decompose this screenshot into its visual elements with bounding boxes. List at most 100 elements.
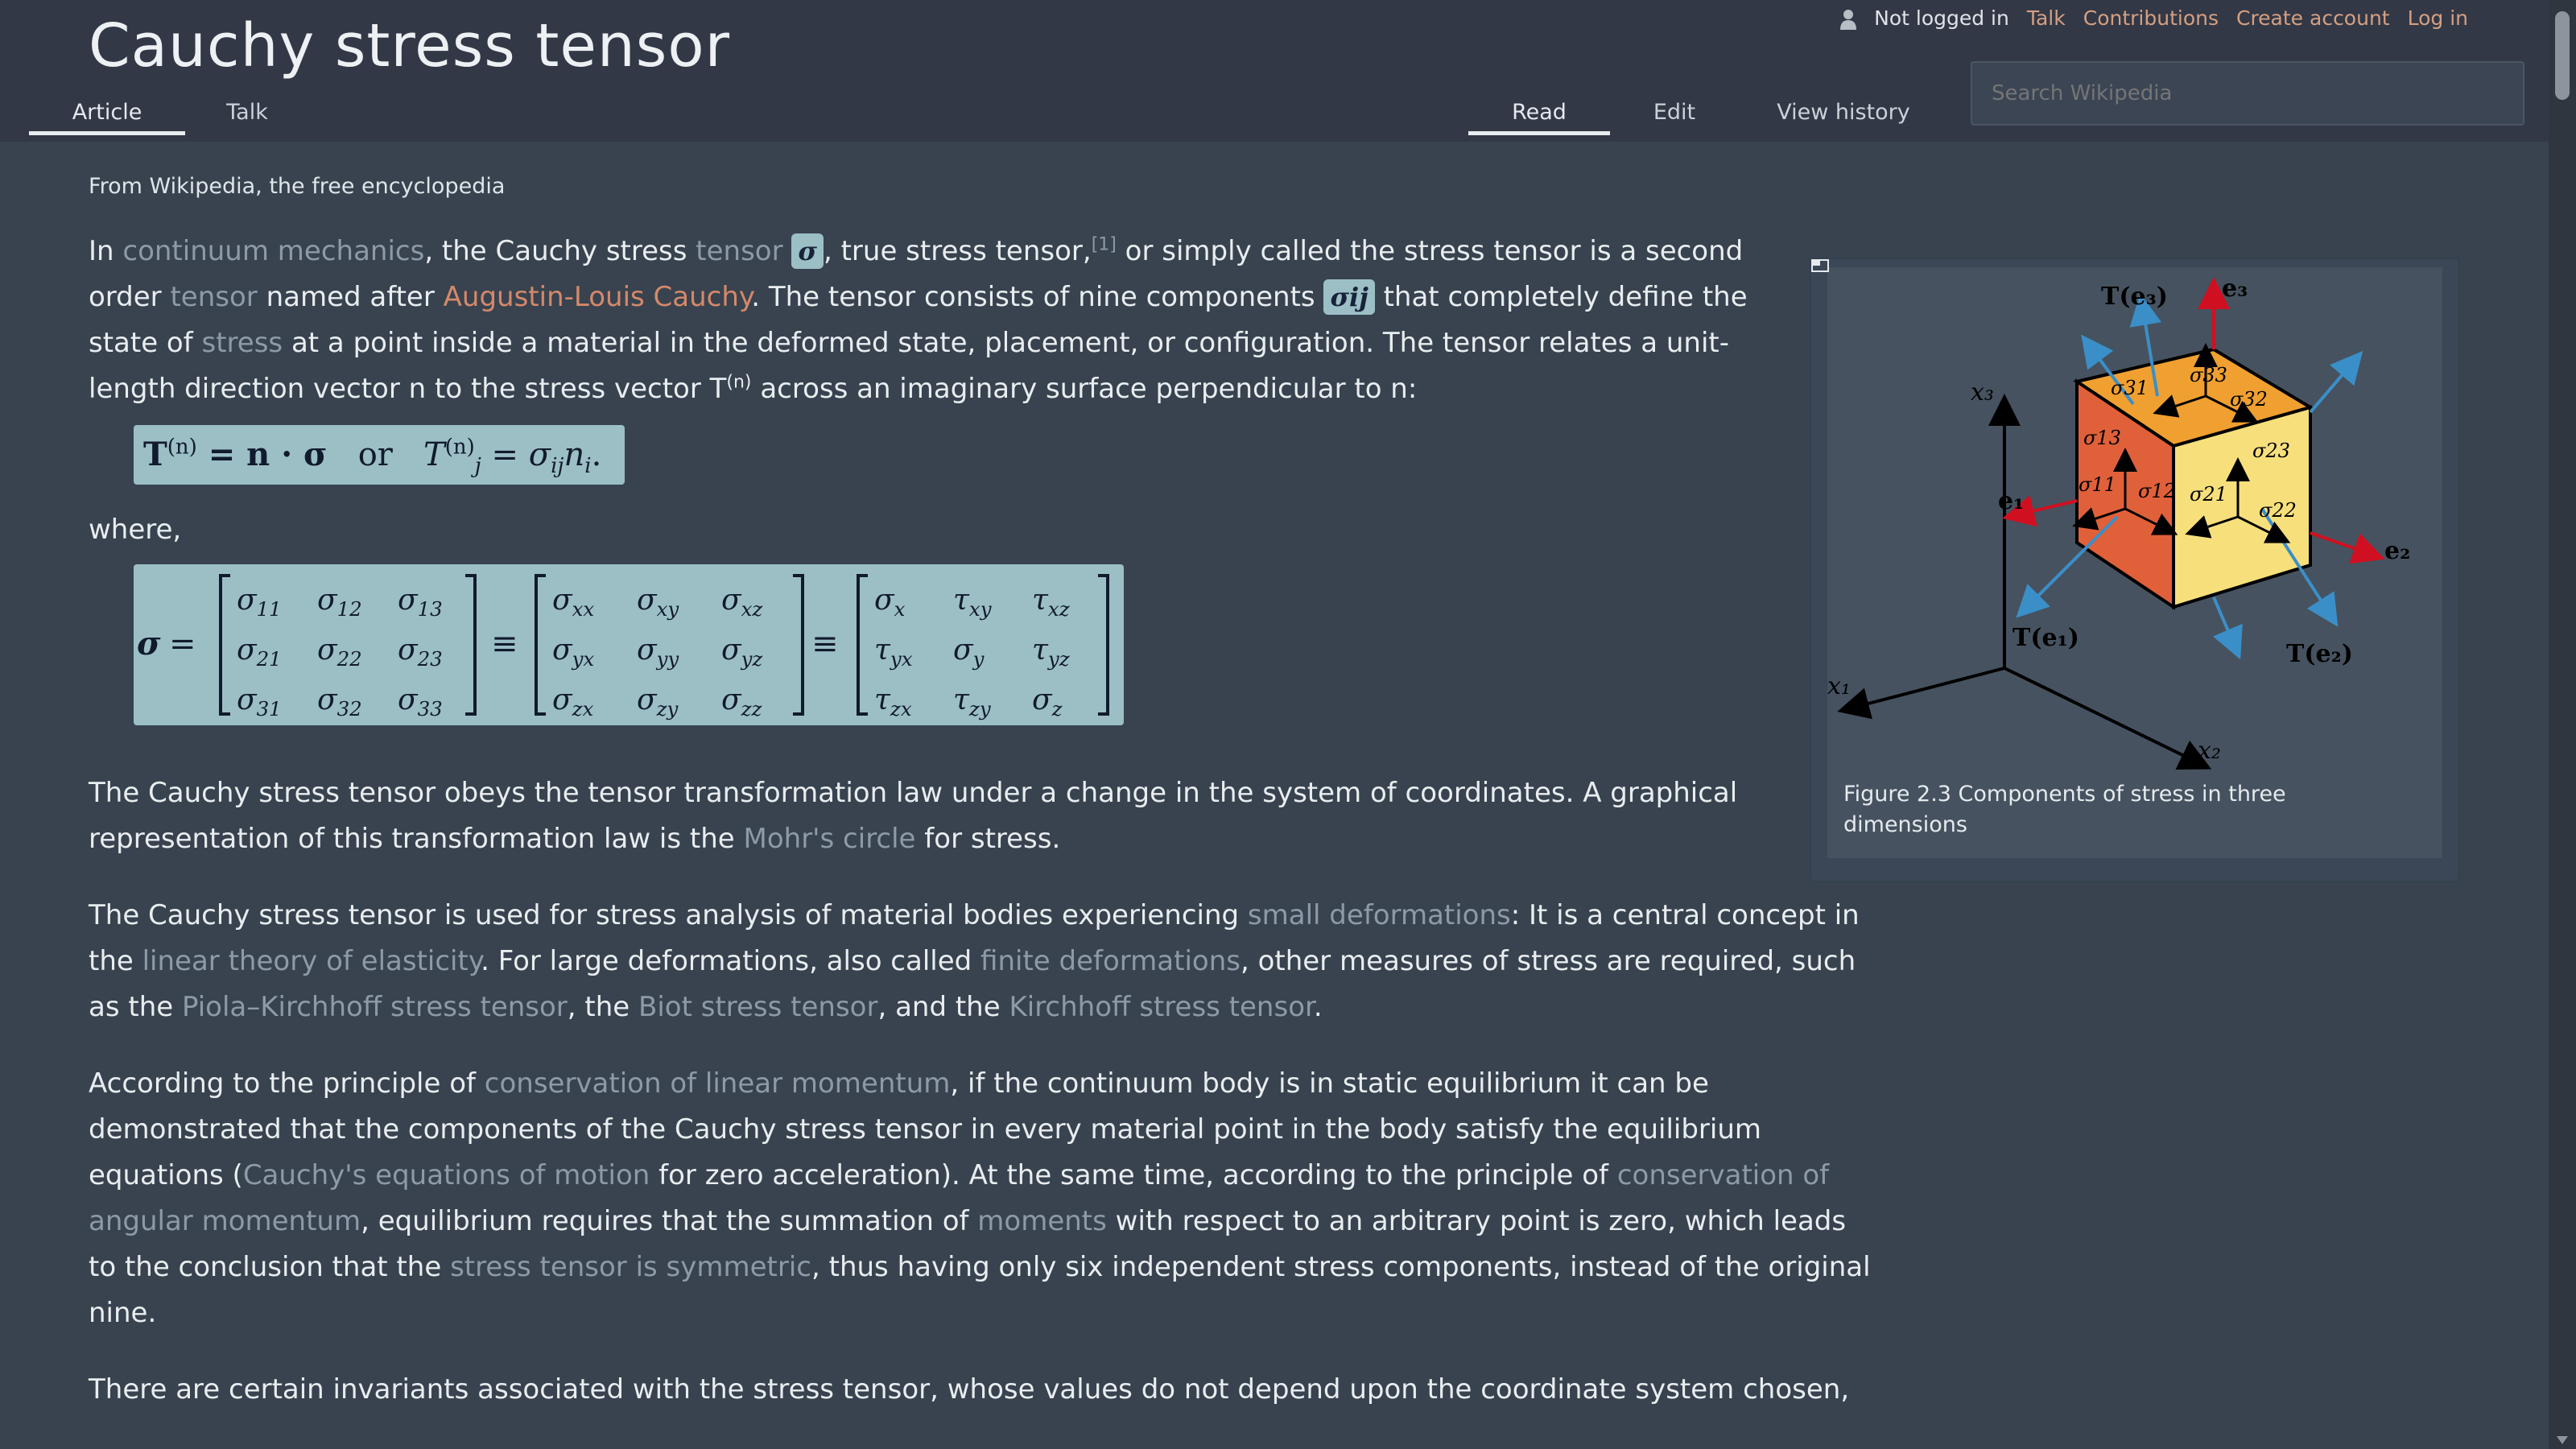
matrix-2-cell: σyz bbox=[721, 634, 763, 671]
matrix-2-cell: σzx bbox=[552, 683, 593, 720]
svg-text:T(e₁): T(e₁) bbox=[2013, 624, 2079, 652]
link-tensor-2[interactable]: tensor bbox=[170, 281, 257, 313]
page-title: Cauchy stress tensor bbox=[89, 11, 731, 80]
matrix-1-cell: σ12 bbox=[317, 584, 362, 621]
matrix-1-right-bracket bbox=[465, 574, 477, 716]
scrollbar[interactable] bbox=[2549, 0, 2576, 1449]
svg-text:σ32: σ32 bbox=[2230, 388, 2268, 411]
tab-edit[interactable]: Edit bbox=[1610, 97, 1739, 135]
matrix-1-cell: σ22 bbox=[317, 634, 362, 671]
login-status: Not logged in bbox=[1874, 6, 2009, 30]
matrix-1-cell: σ33 bbox=[398, 683, 443, 720]
matrix-1-cell: σ11 bbox=[237, 584, 282, 621]
svg-text:x₃: x₃ bbox=[1971, 378, 1994, 407]
stress-matrix-graphic: σ = σ11 σ12 σ13 σ21 σ22 σ23 σ31 σ32 σ33 σxx σxy σxz σy… bbox=[137, 574, 1109, 720]
view-tabs: Read Edit View history bbox=[1468, 97, 1948, 135]
equation-stress-vector: T(n) = n · σ or T(n)j = σijni. bbox=[134, 425, 625, 485]
link-kirchhoff-stress[interactable]: Kirchhoff stress tensor bbox=[1009, 991, 1313, 1023]
matrix-1-left-bracket bbox=[219, 574, 230, 716]
link-continuum-mechanics[interactable]: continuum mechanics bbox=[122, 235, 424, 267]
svg-text:σ33: σ33 bbox=[2190, 364, 2227, 386]
link-mohrs-circle[interactable]: Mohr's circle bbox=[744, 823, 916, 855]
matrix-2-cell: σyx bbox=[552, 634, 594, 671]
link-linear-momentum[interactable]: conservation of linear momentum bbox=[485, 1067, 951, 1100]
deformations-paragraph: The Cauchy stress tensor is used for str… bbox=[89, 899, 1860, 1023]
namespace-tabs: Article Talk bbox=[29, 97, 309, 135]
sigma-symbol: σ bbox=[791, 233, 824, 269]
matrix-3-cell: τxz bbox=[1032, 584, 1071, 621]
user-talk-link[interactable]: Talk bbox=[2027, 6, 2066, 30]
link-augustin-louis-cauchy[interactable]: Augustin-Louis Cauchy bbox=[444, 281, 752, 313]
contributions-link[interactable]: Contributions bbox=[2083, 6, 2219, 30]
equation-stress-matrix: σ = σ11 σ12 σ13 σ21 σ22 σ23 σ31 σ32 σ33 σxx σxy σxz σy… bbox=[134, 564, 1124, 725]
link-tensor[interactable]: tensor bbox=[696, 235, 782, 267]
personal-tools: Not logged in Talk Contributions Create … bbox=[1840, 6, 2468, 30]
matrix-2-cell: σxx bbox=[552, 584, 594, 621]
link-equations-of-motion[interactable]: Cauchy's equations of motion bbox=[243, 1159, 650, 1191]
matrix-1-cell: σ32 bbox=[317, 683, 362, 720]
page-header: Cauchy stress tensor Not logged in Talk … bbox=[0, 0, 2549, 142]
matrix-3-cell: τxy bbox=[953, 584, 993, 621]
tab-talk[interactable]: Talk bbox=[185, 97, 309, 135]
user-icon bbox=[1840, 6, 1857, 30]
matrix-2-cell: σxy bbox=[637, 584, 679, 621]
x2-axis bbox=[2004, 667, 2212, 770]
create-account-link[interactable]: Create account bbox=[2236, 6, 2390, 30]
matrix-2-cell: σyy bbox=[637, 634, 679, 671]
svg-text:σ21: σ21 bbox=[2190, 483, 2227, 506]
link-stress[interactable]: stress bbox=[202, 327, 283, 359]
equiv-sign-1: ≡ bbox=[491, 625, 518, 663]
matrix-3-cell: σy bbox=[953, 634, 985, 671]
svg-text:T(e₂): T(e₂) bbox=[2286, 640, 2353, 668]
matrix-1-cell: σ23 bbox=[398, 634, 443, 671]
matrix-1-cell: σ21 bbox=[237, 634, 282, 671]
matrix-3-cell: σz bbox=[1032, 683, 1063, 720]
tab-article[interactable]: Article bbox=[29, 97, 185, 135]
link-biot-stress[interactable]: Biot stress tensor bbox=[638, 991, 877, 1023]
link-symmetric-tensor[interactable]: stress tensor is symmetric bbox=[450, 1251, 811, 1283]
matrix-1-cell: σ13 bbox=[398, 584, 443, 621]
site-tagline: From Wikipedia, the free encyclopedia bbox=[89, 174, 506, 199]
svg-text:x₂: x₂ bbox=[2198, 737, 2221, 765]
scrollbar-thumb[interactable] bbox=[2555, 11, 2570, 100]
svg-text:e₂: e₂ bbox=[2384, 537, 2410, 565]
link-linear-elasticity[interactable]: linear theory of elasticity bbox=[142, 945, 481, 977]
invariants-paragraph: There are certain invariants associated … bbox=[89, 1373, 1850, 1406]
equilibrium-paragraph: According to the principle of conservati… bbox=[89, 1067, 1871, 1329]
matrix-2-left-bracket bbox=[535, 574, 546, 716]
matrix-3-cell: τzy bbox=[953, 683, 992, 720]
matrix-lhs-sigma: σ bbox=[137, 625, 161, 663]
matrix-3-cell: τyz bbox=[1032, 634, 1071, 671]
link-moments[interactable]: moments bbox=[977, 1205, 1107, 1237]
figure-caption: Figure 2.3 Components of stress in three… bbox=[1843, 782, 2286, 837]
matrix-2-cell: σzz bbox=[721, 683, 762, 720]
svg-text:σ22: σ22 bbox=[2259, 499, 2297, 522]
matrix-2-cell: σxz bbox=[721, 584, 763, 621]
matrix-2-cell: σzy bbox=[637, 683, 679, 720]
log-in-link[interactable]: Log in bbox=[2408, 6, 2468, 30]
matrix-3-right-bracket bbox=[1098, 574, 1109, 716]
matrix-1-cell: σ31 bbox=[237, 683, 282, 720]
figure-stress-components: x₃ x₁ x₂ σ31 σ33 σ32 σ13 σ11 σ12 σ23 σ21… bbox=[1811, 259, 2458, 881]
equals-sign: = bbox=[169, 625, 196, 663]
tab-view-history[interactable]: View history bbox=[1739, 97, 1948, 135]
link-finite-deformations[interactable]: finite deformations bbox=[980, 945, 1241, 977]
svg-text:x₁: x₁ bbox=[1827, 672, 1851, 700]
svg-text:σ12: σ12 bbox=[2138, 480, 2176, 502]
transformation-paragraph: The Cauchy stress tensor obeys the tenso… bbox=[89, 777, 1738, 855]
enlarge-icon[interactable] bbox=[1811, 259, 1829, 272]
reference-1[interactable]: [1] bbox=[1092, 235, 1117, 255]
scroll-down-arrow-icon[interactable] bbox=[2557, 1436, 2568, 1444]
svg-text:σ23: σ23 bbox=[2252, 440, 2290, 462]
article-body: From Wikipedia, the free encyclopedia In… bbox=[89, 161, 1871, 1443]
tab-read[interactable]: Read bbox=[1468, 97, 1610, 135]
search-input[interactable] bbox=[1971, 61, 2524, 126]
sigma-ij-symbol: σij bbox=[1323, 279, 1375, 315]
link-piola-kirchhoff[interactable]: Piola–Kirchhoff stress tensor bbox=[182, 991, 568, 1023]
matrix-3-cell: τzx bbox=[874, 683, 912, 720]
link-small-deformations[interactable]: small deformations bbox=[1248, 899, 1511, 931]
matrix-3-cell: τyx bbox=[874, 634, 913, 671]
x1-axis bbox=[1837, 667, 2005, 720]
svg-text:σ31: σ31 bbox=[2111, 377, 2149, 399]
svg-text:σ11: σ11 bbox=[2079, 473, 2116, 496]
